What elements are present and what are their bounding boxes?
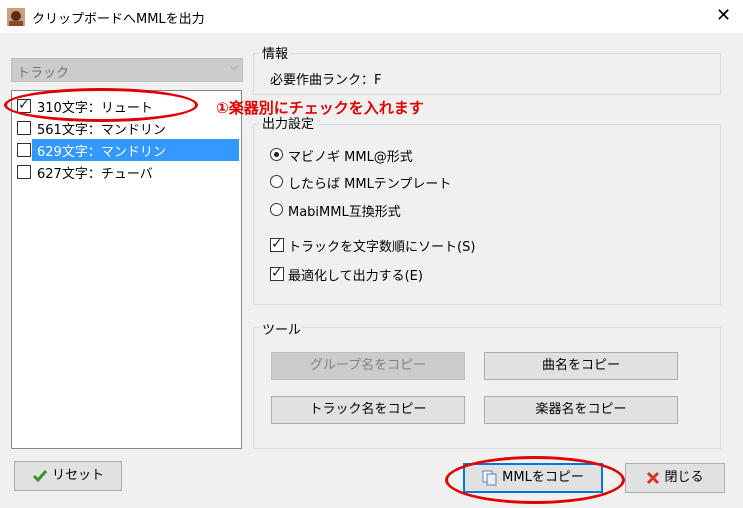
reset-button[interactable]: リセット [14, 461, 122, 491]
format-radio-shitaraba[interactable] [270, 175, 283, 188]
info-group-title: 情報 [260, 43, 291, 62]
copy-instrument-name-label: 楽器名をコピー [535, 402, 627, 417]
check-icon: ✓ [271, 265, 283, 281]
copy-group-name-label: グループ名をコピー [309, 358, 427, 373]
radio-dot [274, 152, 279, 157]
close-icon: ✕ [715, 5, 732, 26]
window-title: クリップボードへMMLを出力 [32, 12, 205, 27]
title-bar: クリップボードへMMLを出力 ✕ [0, 0, 743, 33]
format-radio-mabimml[interactable] [270, 203, 283, 216]
track-label: 629文字：マンドリン [37, 145, 166, 160]
format-label-shitaraba: したらば MMLテンプレート [288, 177, 452, 192]
annotation-ellipse-copy [445, 456, 625, 504]
copy-song-name-button[interactable]: 曲名をコピー [484, 352, 678, 380]
app-icon [7, 8, 25, 26]
copy-track-name-button[interactable]: トラック名をコピー [271, 396, 465, 424]
sort-checkbox[interactable]: ✓ [270, 236, 284, 252]
format-label-mabimml: MabiMML互換形式 [288, 205, 401, 220]
check-icon [32, 469, 48, 482]
copy-song-name-label: 曲名をコピー [541, 358, 620, 373]
tools-group [253, 327, 721, 449]
check-icon: ✓ [271, 236, 283, 252]
track-list-item-selected[interactable]: 629文字：マンドリン [15, 139, 239, 161]
track-list[interactable]: ✓ 310文字：リュート 561文字：マンドリン 629文字：マンドリン 627… [11, 90, 242, 449]
close-window-button[interactable]: ✕ [704, 0, 743, 33]
optimize-checkbox[interactable]: ✓ [270, 265, 284, 281]
track-checkbox[interactable] [17, 143, 31, 157]
chevron-down-icon: ⌵ [229, 60, 238, 73]
track-select-value: トラック [17, 66, 70, 81]
track-label: 627文字：チューバ [37, 167, 153, 182]
rank-text: 必要作曲ランク：F [270, 73, 382, 88]
track-checkbox[interactable] [17, 165, 31, 179]
optimize-checkbox-label: 最適化して出力する(E) [288, 269, 423, 284]
annotation-text: ①楽器別にチェックを入れます [216, 99, 424, 117]
close-label: 閉じる [664, 470, 704, 485]
format-radio-mabinogi[interactable] [270, 148, 283, 161]
track-checkbox[interactable] [17, 121, 31, 135]
close-icon [647, 471, 660, 484]
reset-label: リセット [51, 468, 104, 483]
format-label-mabinogi: マビノギ MML@形式 [288, 150, 413, 165]
copy-group-name-button[interactable]: グループ名をコピー [271, 352, 465, 380]
tools-group-title: ツール [260, 319, 304, 338]
annotation-ellipse-track [4, 88, 198, 122]
copy-track-name-label: トラック名をコピー [309, 402, 427, 417]
track-list-item[interactable]: 627文字：チューバ [15, 161, 239, 183]
track-select[interactable]: トラック ⌵ [11, 58, 243, 82]
sort-checkbox-label: トラックを文字数順にソート(S) [288, 240, 476, 255]
copy-instrument-name-button[interactable]: 楽器名をコピー [484, 396, 678, 424]
close-button[interactable]: 閉じる [625, 463, 725, 493]
